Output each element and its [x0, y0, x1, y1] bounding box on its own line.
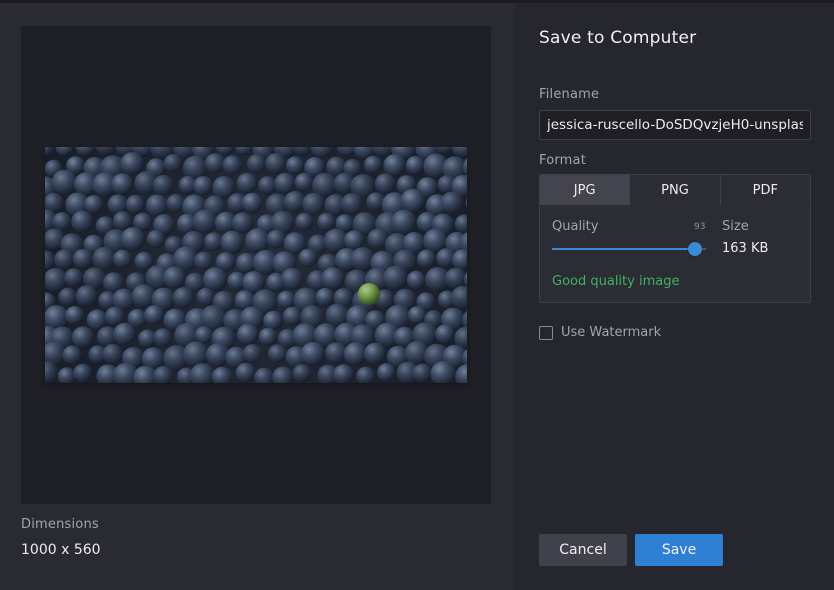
format-png-button[interactable]: PNG: [630, 175, 721, 205]
dimensions-value: 1000 x 560: [21, 542, 101, 558]
image-preview-area: [21, 26, 491, 504]
format-pdf-button[interactable]: PDF: [720, 175, 810, 205]
cancel-button[interactable]: Cancel: [539, 534, 627, 566]
watermark-checkbox[interactable]: [539, 325, 553, 340]
format-selector: JPG PNG PDF: [539, 174, 811, 206]
watermark-toggle[interactable]: Use Watermark: [539, 325, 661, 340]
save-dialog: Save to Computer Filename Format JPG PNG…: [515, 3, 834, 590]
filename-label: Filename: [539, 87, 600, 102]
save-button[interactable]: Save: [635, 534, 723, 566]
slider-thumb[interactable]: [688, 242, 703, 256]
slider-fill: [552, 248, 696, 250]
size-value: 163 KB: [722, 241, 769, 256]
dialog-title: Save to Computer: [539, 28, 697, 48]
preview-pane: Dimensions 1000 x 560: [0, 3, 515, 590]
quality-note: Good quality image: [552, 274, 680, 289]
format-jpg-button[interactable]: JPG: [540, 175, 631, 205]
quality-panel: Quality 93 Size 163 KB Good quality imag…: [539, 205, 811, 303]
size-label: Size: [722, 219, 749, 234]
format-label: Format: [539, 153, 587, 168]
preview-image: [45, 147, 467, 383]
quality-value: 93: [694, 222, 706, 232]
filename-input[interactable]: [539, 110, 811, 140]
quality-label: Quality: [552, 219, 599, 234]
quality-slider[interactable]: [552, 242, 706, 256]
dimensions-label: Dimensions: [21, 517, 99, 532]
watermark-label: Use Watermark: [561, 325, 662, 340]
